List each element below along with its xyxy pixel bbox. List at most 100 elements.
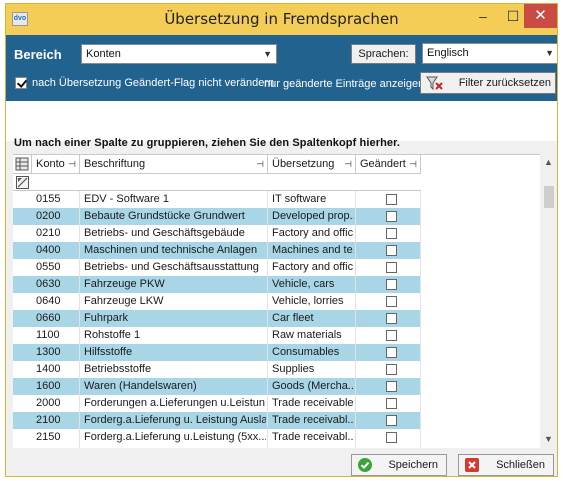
column-chooser-button[interactable] (13, 155, 32, 174)
geaendert-checkbox[interactable] (386, 228, 397, 239)
cell-geaendert[interactable] (358, 242, 420, 259)
title-bar[interactable]: dvo Übersetzung in Fremdsprachen – ☐ ✕ (6, 4, 557, 35)
cell-uebersetzung[interactable]: Trade receivables (268, 395, 354, 412)
cell-beschriftung[interactable]: Forderg.a.Lieferung u.Leistung (5xx... (80, 429, 266, 446)
pin-icon[interactable]: ⊣ (344, 155, 352, 173)
table-row[interactable]: 2000 Forderungen a.Lieferungen u.Leistun.… (13, 395, 421, 412)
cell-geaendert[interactable] (358, 361, 420, 378)
close-button[interactable]: Schließen (458, 454, 554, 476)
keep-flag-checkbox[interactable] (15, 77, 27, 89)
cell-beschriftung[interactable]: Fuhrpark (80, 310, 266, 327)
cell-geaendert[interactable] (358, 208, 420, 225)
geaendert-checkbox[interactable] (386, 245, 397, 256)
cell-uebersetzung[interactable]: Factory and offic... (268, 259, 354, 276)
table-row[interactable]: 1300 Hilfsstoffe Consumables (13, 344, 421, 361)
cell-geaendert[interactable] (358, 378, 420, 395)
cell-geaendert[interactable] (358, 327, 420, 344)
table-row[interactable]: 1400 Betriebsstoffe Supplies (13, 361, 421, 378)
geaendert-checkbox[interactable] (386, 194, 397, 205)
cell-geaendert[interactable] (358, 395, 420, 412)
geaendert-checkbox[interactable] (386, 313, 397, 324)
cell-geaendert[interactable] (358, 344, 420, 361)
column-header-uebersetzung[interactable]: Übersetzung ⊣ (268, 155, 356, 174)
cell-geaendert[interactable] (358, 293, 420, 310)
column-header-beschriftung[interactable]: Beschriftung ⊣ (80, 155, 268, 174)
pin-icon[interactable]: ⊣ (256, 155, 264, 173)
filter-reset-button[interactable]: Filter zurücksetzen (420, 72, 556, 94)
cell-beschriftung[interactable]: EDV - Software 1 (80, 191, 266, 208)
group-panel[interactable]: Um nach einer Spalte zu gruppieren, zieh… (6, 101, 557, 149)
cell-konto[interactable]: 1600 (32, 378, 78, 395)
cell-konto[interactable]: 0210 (32, 225, 78, 242)
table-row[interactable]: 2100 Forderg.a.Lieferung u. Leistung Ausl… (13, 412, 421, 429)
minimize-button[interactable]: – (468, 4, 498, 28)
cell-beschriftung[interactable]: Bebaute Grundstücke Grundwert (80, 208, 266, 225)
cell-konto[interactable]: 2100 (32, 412, 78, 429)
keep-flag-option[interactable]: nach Übersetzung Geändert-Flag nicht ver… (15, 77, 274, 89)
cell-uebersetzung[interactable]: Consumables (268, 344, 354, 361)
cell-beschriftung[interactable]: Rohstoffe 1 (80, 327, 266, 344)
cell-konto[interactable]: 0200 (32, 208, 78, 225)
cell-beschriftung[interactable]: Forderg.a.Lieferung u. Leistung Ausla... (80, 412, 266, 429)
cell-konto[interactable]: 0550 (32, 259, 78, 276)
bereich-dropdown[interactable]: Konten ▼ (81, 44, 277, 64)
cell-konto[interactable]: 2150 (32, 429, 78, 446)
table-row[interactable]: 0640 Fahrzeuge LKW Vehicle, lorries (13, 293, 421, 310)
cell-konto[interactable]: 0640 (32, 293, 78, 310)
scroll-thumb[interactable] (544, 186, 554, 208)
cell-beschriftung[interactable]: Fahrzeuge LKW (80, 293, 266, 310)
geaendert-checkbox[interactable] (386, 432, 397, 443)
cell-uebersetzung[interactable]: Raw materials (268, 327, 354, 344)
cell-geaendert[interactable] (358, 259, 420, 276)
cell-beschriftung[interactable]: Maschinen und technische Anlagen (80, 242, 266, 259)
save-button[interactable]: Speichern (351, 454, 447, 476)
cell-konto[interactable]: 1300 (32, 344, 78, 361)
cell-uebersetzung[interactable]: Vehicle, cars (268, 276, 354, 293)
only-changed-link[interactable]: nur geänderte Einträge anzeigen (264, 78, 424, 90)
table-row[interactable]: 0210 Betriebs- und Geschäftsgebäude Factor… (13, 225, 421, 242)
scroll-up-icon[interactable]: ▲ (540, 154, 557, 171)
table-row[interactable]: 0550 Betriebs- und Geschäftsausstattung Fa… (13, 259, 421, 276)
pin-icon[interactable]: ⊣ (409, 155, 417, 173)
table-row[interactable]: 0400 Maschinen und technische Anlagen Mach… (13, 242, 421, 259)
column-header-konto[interactable]: Konto ⊣ (32, 155, 80, 174)
sprache-dropdown[interactable]: Englisch ▼ (422, 43, 557, 64)
cell-konto[interactable]: 0400 (32, 242, 78, 259)
cell-konto[interactable]: 1100 (32, 327, 78, 344)
cell-konto[interactable]: 1400 (32, 361, 78, 378)
cell-uebersetzung[interactable]: Developed prop... (268, 208, 354, 225)
cell-uebersetzung[interactable]: IT software (268, 191, 354, 208)
cell-geaendert[interactable] (358, 276, 420, 293)
cell-beschriftung[interactable]: Betriebsstoffe (80, 361, 266, 378)
cell-uebersetzung[interactable]: Car fleet (268, 310, 354, 327)
scroll-down-icon[interactable]: ▼ (540, 431, 557, 448)
cell-geaendert[interactable] (358, 429, 420, 446)
geaendert-checkbox[interactable] (386, 262, 397, 273)
table-row[interactable]: 0660 Fuhrpark Car fleet (13, 310, 421, 327)
cell-beschriftung[interactable]: Waren (Handelswaren) (80, 378, 266, 395)
table-row[interactable]: 0200 Bebaute Grundstücke Grundwert Develop… (13, 208, 421, 225)
table-row[interactable]: 2150 Forderg.a.Lieferung u.Leistung (5xx.… (13, 429, 421, 446)
geaendert-checkbox[interactable] (386, 347, 397, 358)
table-row[interactable]: 1600 Waren (Handelswaren) Goods (Mercha... (13, 378, 421, 395)
close-window-button[interactable]: ✕ (524, 4, 557, 28)
sprachen-button[interactable]: Sprachen: (351, 44, 416, 64)
cell-beschriftung[interactable]: Betriebs- und Geschäftsausstattung (80, 259, 266, 276)
cell-beschriftung[interactable]: Betriebs- und Geschäftsgebäude (80, 225, 266, 242)
cell-uebersetzung[interactable]: Vehicle, lorries (268, 293, 354, 310)
cell-beschriftung[interactable]: Forderungen a.Lieferungen u.Leistun... (80, 395, 266, 412)
cell-konto[interactable]: 0155 (32, 191, 78, 208)
cell-konto[interactable]: 2000 (32, 395, 78, 412)
geaendert-checkbox[interactable] (386, 364, 397, 375)
cell-uebersetzung[interactable]: Factory and offic... (268, 225, 354, 242)
cell-geaendert[interactable] (358, 225, 420, 242)
cell-beschriftung[interactable]: Fahrzeuge PKW (80, 276, 266, 293)
table-row[interactable]: 0155 EDV - Software 1 IT software (13, 191, 421, 208)
filter-row[interactable] (13, 174, 421, 191)
cell-geaendert[interactable] (358, 412, 420, 429)
cell-geaendert[interactable] (358, 310, 420, 327)
cell-uebersetzung[interactable]: Machines and te... (268, 242, 354, 259)
geaendert-checkbox[interactable] (386, 296, 397, 307)
column-header-geaendert[interactable]: Geändert ⊣ (356, 155, 421, 174)
cell-uebersetzung[interactable]: Trade receivabl... (268, 429, 354, 446)
